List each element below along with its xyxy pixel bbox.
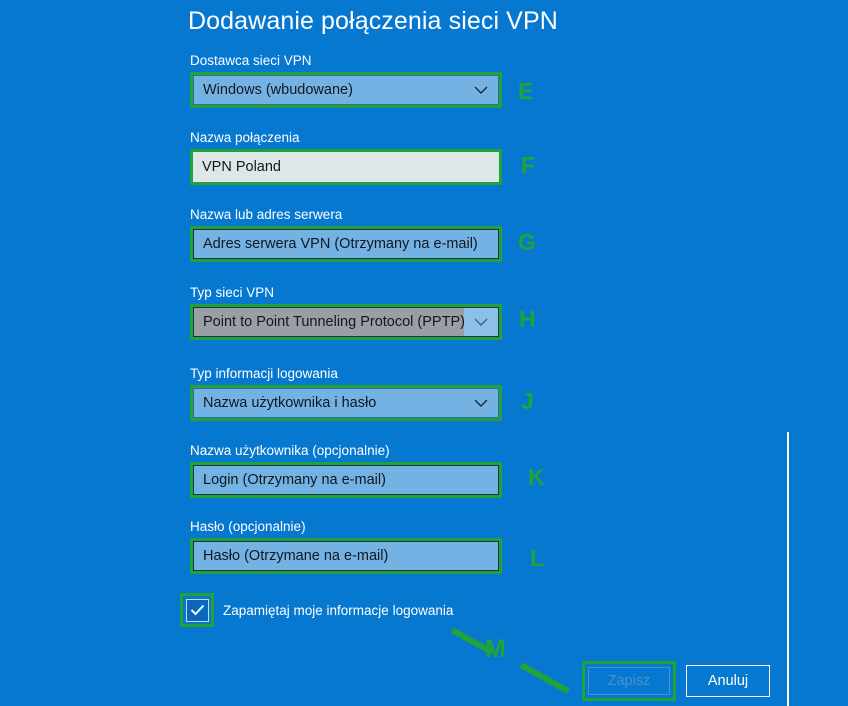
field-label-vpn-type: Typ sieci VPN xyxy=(190,285,275,300)
vpn-type-dropdown[interactable]: Point to Point Tunneling Protocol (PPTP) xyxy=(193,307,499,337)
save-button[interactable]: Zapisz xyxy=(588,667,670,695)
remember-credentials-row[interactable]: Zapamiętaj moje informacje logowania xyxy=(180,593,453,627)
annotation-letter-j: J xyxy=(521,388,534,414)
annotation-letter-l: L xyxy=(530,545,545,571)
highlight-provider: Windows (wbudowane) xyxy=(190,72,502,108)
chevron-down-icon xyxy=(464,76,498,104)
field-password: Hasło (opcjonalnie) Hasło (Otrzymane na … xyxy=(190,519,502,574)
field-server-address: Nazwa lub adres serwera Adres serwera VP… xyxy=(190,207,502,262)
highlight-connection-name: VPN Poland xyxy=(190,149,502,185)
annotation-pointer-downright xyxy=(519,662,570,694)
password-value: Hasło (Otrzymane na e-mail) xyxy=(203,548,389,564)
username-input[interactable]: Login (Otrzymany na e-mail) xyxy=(193,465,499,495)
field-label-connection-name: Nazwa połączenia xyxy=(190,130,300,145)
annotation-letter-k: K xyxy=(528,464,545,490)
connection-name-value: VPN Poland xyxy=(202,159,281,175)
field-label-signin-type: Typ informacji logowania xyxy=(190,366,338,381)
field-provider: Dostawca sieci VPN Windows (wbudowane) xyxy=(190,53,502,108)
server-address-value: Adres serwera VPN (Otrzymany na e-mail) xyxy=(203,236,478,252)
field-label-provider: Dostawca sieci VPN xyxy=(190,53,312,68)
annotation-letter-g: G xyxy=(518,229,536,255)
field-connection-name: Nazwa połączenia VPN Poland xyxy=(190,130,502,185)
highlight-server-address: Adres serwera VPN (Otrzymany na e-mail) xyxy=(190,226,502,262)
provider-dropdown-value: Windows (wbudowane) xyxy=(203,82,353,98)
highlight-remember-credentials xyxy=(180,593,214,627)
field-signin-type: Typ informacji logowania Nazwa użytkowni… xyxy=(190,366,502,421)
password-input[interactable]: Hasło (Otrzymane na e-mail) xyxy=(193,541,499,571)
signin-type-dropdown[interactable]: Nazwa użytkownika i hasło xyxy=(193,388,499,418)
page-title: Dodawanie połączenia sieci VPN xyxy=(188,7,558,35)
check-icon xyxy=(190,604,204,616)
vpn-type-dropdown-value: Point to Point Tunneling Protocol (PPTP) xyxy=(203,314,465,330)
field-label-username: Nazwa użytkownika (opcjonalnie) xyxy=(190,443,390,458)
highlight-signin-type: Nazwa użytkownika i hasło xyxy=(190,385,502,421)
annotation-letter-e: E xyxy=(518,78,534,104)
signin-type-dropdown-value: Nazwa użytkownika i hasło xyxy=(203,395,377,411)
server-address-input[interactable]: Adres serwera VPN (Otrzymany na e-mail) xyxy=(193,229,499,259)
chevron-down-icon xyxy=(464,389,498,417)
highlight-username: Login (Otrzymany na e-mail) xyxy=(190,462,502,498)
highlight-vpn-type: Point to Point Tunneling Protocol (PPTP) xyxy=(190,304,502,340)
username-value: Login (Otrzymany na e-mail) xyxy=(203,472,386,488)
annotation-letter-f: F xyxy=(521,152,536,178)
chevron-down-icon xyxy=(464,308,498,336)
highlight-save-button: Zapisz xyxy=(582,661,676,701)
field-vpn-type: Typ sieci VPN Point to Point Tunneling P… xyxy=(190,285,502,340)
field-label-server-address: Nazwa lub adres serwera xyxy=(190,207,343,222)
cancel-button[interactable]: Anuluj xyxy=(686,665,770,697)
provider-dropdown[interactable]: Windows (wbudowane) xyxy=(193,75,499,105)
panel-divider xyxy=(787,432,789,706)
highlight-password: Hasło (Otrzymane na e-mail) xyxy=(190,538,502,574)
connection-name-input[interactable]: VPN Poland xyxy=(193,152,499,182)
remember-credentials-label: Zapamiętaj moje informacje logowania xyxy=(223,602,454,618)
annotation-letter-h: H xyxy=(519,306,536,332)
remember-credentials-checkbox[interactable] xyxy=(185,598,209,622)
field-label-password: Hasło (opcjonalnie) xyxy=(190,519,306,534)
vpn-connection-dialog: Dodawanie połączenia sieci VPN Dostawca … xyxy=(0,0,848,706)
field-username: Nazwa użytkownika (opcjonalnie) Login (O… xyxy=(190,443,502,498)
